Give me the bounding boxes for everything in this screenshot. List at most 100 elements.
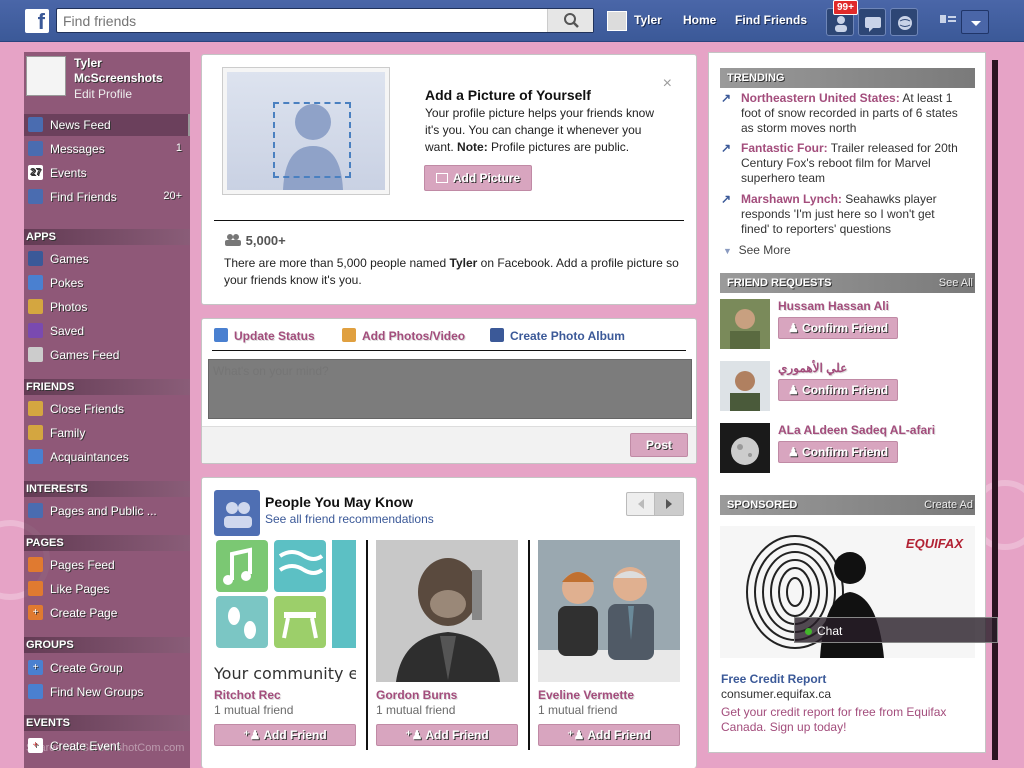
tab-create-album[interactable]: Create Photo Album [490, 328, 625, 343]
confirm-friend-button[interactable]: ♟ Confirm Friend [778, 441, 898, 463]
sidebar-item-create-page[interactable]: + Create Page [24, 602, 190, 624]
status-textarea[interactable] [209, 360, 691, 418]
sidebar-item-pages-feed[interactable]: Pages Feed [24, 554, 190, 576]
profile-picture[interactable] [26, 56, 66, 96]
requester-name[interactable]: Hussam Hassan Ali [778, 299, 889, 313]
sidebar-item-family[interactable]: Family [24, 422, 190, 444]
messages-jewel[interactable] [858, 8, 886, 36]
confirm-friend-button[interactable]: ♟ Confirm Friend [778, 379, 898, 401]
close-icon[interactable]: × [663, 75, 672, 93]
section-friends[interactable]: FRIENDS [24, 379, 190, 395]
placeholder-background [227, 72, 385, 190]
search-button[interactable] [547, 9, 593, 32]
section-events[interactable]: EVENTS [24, 715, 190, 731]
tab-update-status[interactable]: Update Status [214, 328, 315, 343]
sidebar-item-photos[interactable]: Photos [24, 296, 190, 318]
next-button[interactable] [655, 493, 683, 515]
add-friend-button[interactable]: ⁺♟ Add Friend [376, 724, 518, 746]
edit-profile-link[interactable]: Edit Profile [74, 87, 132, 101]
account-menu-button[interactable] [961, 10, 989, 34]
sidebar-item-create-group[interactable]: + Create Group [24, 657, 190, 679]
sidebar-item-label: Like Pages [50, 582, 110, 596]
profile-photo[interactable] [376, 540, 518, 682]
trending-topic[interactable]: Marshawn Lynch: [741, 192, 842, 206]
person-name[interactable]: Ritchot Rec [214, 688, 281, 702]
create-ad-link[interactable]: Create Ad [924, 499, 973, 511]
friend-request-item: علي الأهموري ♟ Confirm Friend [720, 361, 975, 413]
sidebar-item-events[interactable]: 27 Events [24, 162, 190, 184]
brand-logo: EQUIFAX [905, 536, 963, 551]
sidebar-item-games-feed[interactable]: Games Feed [24, 344, 190, 366]
nav-home-link[interactable]: Home [683, 13, 716, 27]
sidebar-item-acquaintances[interactable]: Acquaintances [24, 446, 190, 468]
plus-icon: + [28, 660, 43, 675]
sidebar-item-close-friends[interactable]: Close Friends [24, 398, 190, 420]
sidebar-item-messages[interactable]: Messages 1 [24, 138, 190, 160]
sidebar-item-find-friends[interactable]: Find Friends 20+ [24, 186, 190, 208]
see-more-trending[interactable]: ▼ See More [723, 243, 791, 257]
requester-avatar[interactable] [720, 299, 770, 349]
section-pages[interactable]: PAGES [24, 535, 190, 551]
facebook-logo[interactable]: f [25, 9, 49, 33]
messages-count: 1 [175, 142, 182, 154]
privacy-shortcuts-icon[interactable] [940, 14, 956, 24]
requester-avatar[interactable] [720, 361, 770, 411]
pokes-icon [28, 275, 43, 290]
sidebar-item-pokes[interactable]: Pokes [24, 272, 190, 294]
post-button[interactable]: Post [630, 433, 688, 457]
see-more-label: See More [738, 243, 791, 257]
trending-topic[interactable]: Fantastic Four: [741, 141, 828, 155]
confirm-friend-button[interactable]: ♟ Confirm Friend [778, 317, 898, 339]
sidebar-item-news-feed[interactable]: News Feed [24, 114, 190, 136]
see-all-requests-link[interactable]: See All [939, 277, 973, 289]
person-name[interactable]: Eveline Vermette [538, 688, 634, 702]
requester-avatar[interactable] [720, 423, 770, 473]
add-picture-button[interactable]: Add Picture [424, 165, 532, 191]
people-count: 5,000+ [224, 233, 286, 248]
section-groups[interactable]: GROUPS [24, 637, 190, 653]
watermark: Shared via ScreenshotCom.com [26, 742, 185, 754]
ad-url[interactable]: consumer.equifax.ca [721, 687, 831, 701]
requester-name[interactable]: علي الأهموري [778, 361, 847, 375]
sidebar-item-pages-public[interactable]: Pages and Public ... [24, 500, 190, 522]
mutual-friends[interactable]: 1 mutual friend [214, 703, 293, 717]
sidebar-item-label: News Feed [50, 118, 111, 132]
add-friend-button[interactable]: ⁺♟ Add Friend [214, 724, 356, 746]
card-title: Add a Picture of Yourself [425, 87, 591, 103]
notifications-jewel[interactable] [890, 8, 918, 36]
sidebar-item-games[interactable]: Games [24, 248, 190, 270]
previous-button[interactable] [627, 493, 655, 515]
requester-name[interactable]: ALa ALdeen Sadeq AL-afari [778, 423, 935, 437]
profile-name[interactable]: Tyler McScreenshots [74, 56, 163, 86]
tab-label: Create Photo Album [510, 329, 625, 343]
trending-topic[interactable]: Northeastern United States: [741, 91, 900, 105]
chat-label: Chat [817, 624, 843, 638]
sidebar-item-saved[interactable]: Saved [24, 320, 190, 342]
profile-last-name[interactable]: McScreenshots [74, 71, 163, 86]
ad-title[interactable]: Free Credit Report [721, 672, 826, 686]
tab-add-photos[interactable]: Add Photos/Video [342, 328, 465, 343]
user-avatar[interactable] [607, 11, 627, 31]
profile-photo[interactable]: Your community e [214, 540, 356, 682]
search-input[interactable] [57, 9, 537, 32]
add-friend-button[interactable]: ⁺♟ Add Friend [538, 724, 680, 746]
confirm-friend-icon: ♟ [787, 321, 803, 335]
section-apps[interactable]: APPS [24, 229, 190, 245]
ad-description[interactable]: Get your credit report for free from Equ… [721, 705, 961, 735]
search-box [56, 8, 594, 33]
section-interests[interactable]: INTERESTS [24, 481, 190, 497]
nav-profile-link[interactable]: Tyler [634, 13, 662, 27]
sidebar-item-like-pages[interactable]: Like Pages [24, 578, 190, 600]
profile-photo[interactable] [538, 540, 680, 682]
sidebar-item-find-groups[interactable]: Find New Groups [24, 681, 190, 703]
mutual-friends[interactable]: 1 mutual friend [538, 703, 617, 717]
nav-find-friends-link[interactable]: Find Friends [735, 13, 807, 27]
add-picture-card: × Add a Picture of Yourself Your profile… [201, 54, 697, 305]
see-all-recommendations-link[interactable]: See all friend recommendations [265, 512, 434, 526]
chat-bar[interactable]: Chat [794, 617, 998, 643]
person-name[interactable]: Gordon Burns [376, 688, 457, 702]
placeholder-photo[interactable] [222, 67, 390, 195]
profile-first-name[interactable]: Tyler [74, 56, 163, 71]
plus-icon: + [28, 605, 43, 620]
mutual-friends[interactable]: 1 mutual friend [376, 703, 455, 717]
